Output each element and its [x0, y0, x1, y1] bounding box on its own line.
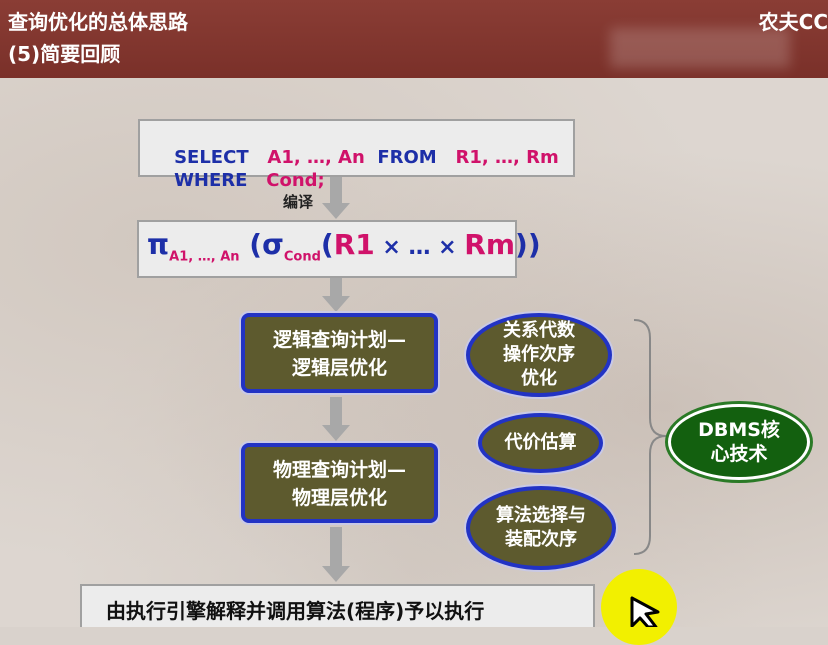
sql-where-cond: Cond;: [247, 170, 325, 191]
logical-plan-box: 逻辑查询计划— 逻辑层优化: [241, 313, 438, 393]
sql-from-keyword: FROM: [364, 147, 437, 168]
sigma-subscript: Cond: [283, 249, 321, 265]
logical-plan-line-1: 逻辑查询计划—: [272, 329, 406, 351]
relation-rm: Rm: [464, 228, 516, 261]
execute-text: 由执行引擎解释并调用算法(程序)予以执行: [106, 599, 485, 623]
watermark-brand: 农夫CC: [758, 10, 828, 34]
logical-plan-line-2: 逻辑层优化: [291, 357, 387, 379]
cost-estimation-label: 代价估算: [504, 432, 577, 453]
physical-plan-line-1: 物理查询计划—: [272, 459, 406, 481]
curly-brace: [633, 319, 667, 555]
cost-estimation-oval: 代价估算: [478, 413, 603, 473]
algorithm-selection-line-2: 装配次序: [505, 529, 577, 550]
slide-title: 查询优化的总体思路: [8, 10, 188, 34]
algebra-order-line-1: 关系代数: [503, 320, 575, 341]
algebra-paren: (: [320, 228, 334, 261]
physical-plan-box: 物理查询计划— 物理层优化: [241, 443, 438, 523]
pi-symbol: π: [147, 228, 170, 261]
pi-subscript: A1, …, An: [169, 249, 240, 265]
cross-product: × … ×: [374, 235, 465, 260]
arrow-head-1: [322, 203, 350, 219]
relation-r1: R1: [333, 228, 375, 261]
algebra-open-paren: (: [239, 228, 263, 261]
arrow-head-2: [322, 296, 350, 312]
relational-algebra-box: πA1, …, An (σCond(R1 × … × Rm)): [137, 220, 541, 278]
algebra-order-oval: 关系代数 操作次序 优化: [466, 313, 612, 397]
algebra-order-line-3: 优化: [521, 368, 557, 389]
algebra-order-line-2: 操作次序: [503, 344, 575, 365]
physical-plan-line-2: 物理层优化: [291, 487, 387, 509]
arrow-head-3: [322, 425, 350, 441]
dbms-core-line-1: DBMS核: [698, 419, 780, 441]
algebra-close-paren: )): [515, 228, 541, 261]
execute-box: 由执行引擎解释并调用算法(程序)予以执行: [80, 584, 595, 627]
slide-subtitle: (5)简要回顾: [8, 42, 121, 66]
sql-where-keyword: WHERE: [174, 170, 248, 191]
arrow-shaft-1: [330, 177, 342, 204]
sql-query-box: SELECT A1, …, An FROM R1, …, Rm WHERE Co…: [138, 119, 575, 191]
arrow-shaft-2: [330, 278, 342, 297]
slide-header: 查询优化的总体思路 (5)简要回顾 农夫CC: [0, 0, 828, 78]
algorithm-selection-line-1: 算法选择与: [496, 505, 586, 526]
arrow-shaft-4: [330, 527, 342, 567]
arrow-shaft-3: [330, 397, 342, 426]
algorithm-selection-oval: 算法选择与 装配次序: [466, 486, 616, 570]
sigma-symbol: σ: [262, 228, 284, 261]
algebra-expression: πA1, …, An (σCond(R1 × … × Rm)): [147, 228, 541, 265]
compile-label: 编译: [283, 193, 314, 211]
sql-from-relations: R1, …, Rm: [436, 147, 559, 168]
mouse-pointer-icon: [630, 596, 660, 627]
dbms-core-oval: DBMS核 心技术: [668, 404, 810, 480]
arrow-head-4: [322, 566, 350, 582]
dbms-core-line-2: 心技术: [710, 443, 768, 465]
